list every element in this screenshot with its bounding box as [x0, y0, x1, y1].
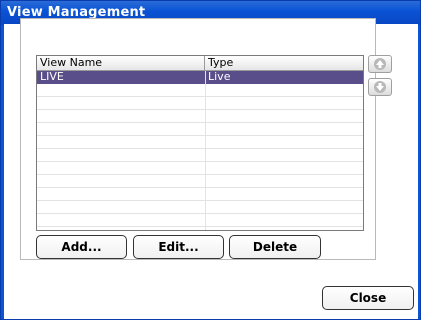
empty-row [37, 97, 363, 110]
arrow-up-icon [374, 58, 386, 70]
empty-row [37, 201, 363, 214]
empty-row [37, 136, 363, 149]
edit-button[interactable]: Edit... [133, 235, 224, 259]
empty-row [37, 110, 363, 123]
row-view-name: LIVE [40, 70, 64, 83]
delete-button[interactable]: Delete [229, 235, 321, 259]
row-type: Live [208, 70, 231, 83]
view-list[interactable]: View Name Type LIVE Live [36, 55, 364, 231]
empty-row [37, 149, 363, 162]
column-divider [205, 71, 206, 230]
empty-row [37, 214, 363, 227]
close-button[interactable]: Close [322, 286, 414, 310]
column-header-type[interactable]: Type [205, 56, 363, 70]
column-header-view-name[interactable]: View Name [37, 56, 205, 70]
list-row[interactable]: LIVE Live [37, 71, 363, 84]
list-rows: LIVE Live [37, 71, 363, 230]
move-down-button[interactable] [368, 78, 392, 96]
empty-row [37, 123, 363, 136]
move-up-button[interactable] [368, 55, 392, 73]
empty-row [37, 175, 363, 188]
list-header: View Name Type [37, 56, 363, 71]
add-button[interactable]: Add... [36, 235, 127, 259]
empty-row [37, 188, 363, 201]
empty-row [37, 84, 363, 97]
arrow-down-icon [374, 81, 386, 93]
empty-row [37, 162, 363, 175]
